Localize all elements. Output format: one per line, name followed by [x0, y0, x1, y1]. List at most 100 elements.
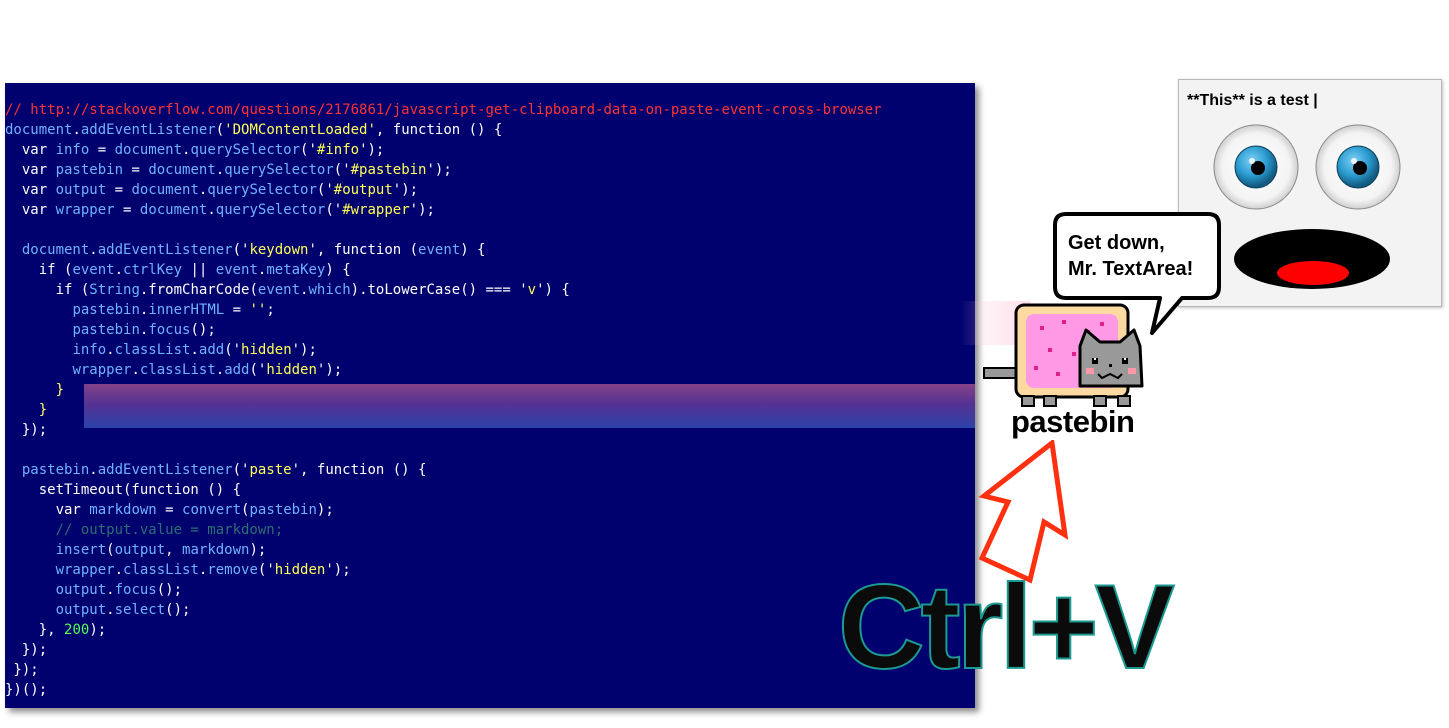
code-line: // http://stackoverflow.com/questions/21… [5, 100, 882, 120]
code-token: metaKey [266, 262, 326, 278]
code-token: String [89, 282, 140, 298]
code-token: // [5, 102, 31, 118]
code-token: keydown [249, 242, 309, 258]
code-token: }); [5, 422, 48, 438]
code-token: ); [89, 622, 107, 638]
code-token: '); [291, 342, 317, 358]
code-token: '); [316, 362, 343, 378]
code-token: var [5, 142, 56, 158]
code-line: var wrapper = document.querySelector('#w… [5, 200, 882, 220]
code-token: (' [333, 162, 351, 178]
code-token: classList [123, 562, 199, 578]
code-token: classList [139, 362, 216, 378]
code-token: '); [426, 162, 452, 178]
code-token: }, [5, 622, 65, 638]
code-line: var output = document.querySelector('#ou… [5, 180, 882, 200]
pastebin-label: pastebin [1011, 404, 1135, 439]
code-token: (' [232, 462, 250, 478]
code-line: } [5, 380, 882, 400]
code-token: focus [114, 582, 157, 598]
code-token: wrapper [55, 202, 115, 218]
code-token: pastebin [249, 502, 317, 518]
code-token: (' [316, 182, 334, 198]
code-line: document.addEventListener('DOMContentLoa… [5, 120, 882, 140]
code-token: addEventListener [97, 242, 233, 258]
code-token: addEventListener [80, 122, 216, 138]
code-line: var info = document.querySelector('#info… [5, 140, 882, 160]
code-token: (); [156, 582, 183, 598]
code-line: var pastebin = document.querySelector('#… [5, 160, 882, 180]
code-token: (' [325, 202, 343, 218]
code-token: if ( [5, 282, 90, 298]
code-token: pastebin [55, 162, 124, 178]
code-token: // output.value = markdown; [5, 522, 284, 538]
code-token: , [165, 542, 183, 558]
code-token: ); [249, 542, 267, 558]
code-line: wrapper.classList.add('hidden'); [5, 360, 882, 380]
code-token: '); [392, 182, 419, 198]
code-line: pastebin.addEventListener('paste', funct… [5, 460, 882, 480]
code-token: ( [215, 122, 225, 138]
code-token: } [5, 402, 48, 418]
code-token: querySelector [190, 142, 301, 158]
code-token: hidden [241, 342, 292, 358]
code-line: }); [5, 660, 882, 680]
code-token: ' [367, 122, 376, 138]
code-token: remove [207, 562, 258, 578]
code-token: ( [106, 542, 115, 558]
code-token: ctrlKey [123, 262, 183, 278]
code-token: . [106, 582, 115, 598]
code-token: . [215, 362, 225, 378]
code-line: info.classList.add('hidden'); [5, 340, 882, 360]
code-token: markdown [89, 502, 157, 518]
code-token: event [215, 262, 258, 278]
code-line: setTimeout(function () { [5, 480, 882, 500]
code-line: })(); [5, 680, 882, 700]
code-token: var [5, 202, 56, 218]
code-token: event [72, 262, 115, 278]
shortcut-label: Ctrl+V [837, 560, 1176, 694]
code-token: document [139, 202, 208, 218]
code-token: add [224, 362, 250, 378]
code-token: document [21, 242, 90, 258]
code-token: ', function ( [308, 242, 419, 258]
code-token: , function () { [375, 122, 503, 138]
code-token: . [215, 162, 225, 178]
code-token: '); [325, 562, 351, 578]
code-token: if ( [5, 262, 73, 278]
code-line: document.addEventListener('keydown', fun… [5, 240, 882, 260]
code-token: ).toLowerCase() === ' [350, 282, 528, 298]
code-token: output [55, 582, 107, 598]
code-token: setTimeout(function () { [5, 482, 242, 498]
speech-bubble-text: Get down, Mr. TextArea! [1068, 232, 1194, 280]
code-token: http://stackoverflow.com/questions/21768… [30, 102, 882, 118]
code-token: convert [182, 502, 242, 518]
code-token: document [5, 122, 73, 138]
code-token: = [224, 302, 250, 318]
code-token: hidden [266, 362, 317, 378]
code-token: var [5, 502, 90, 518]
code-token: ) { [325, 262, 351, 278]
code-token: document [131, 182, 199, 198]
code-token: document [114, 142, 183, 158]
code-token: . [207, 202, 216, 218]
code-token: (); [165, 602, 191, 618]
code-token: '); [359, 142, 385, 158]
code-token: })(); [5, 682, 48, 698]
code-token: }); [5, 662, 39, 678]
code-token: . [106, 602, 115, 618]
code-token: = [106, 182, 132, 198]
code-token: DOMContentLoaded [232, 122, 368, 138]
code-token: querySelector [224, 162, 334, 178]
code-line: // output.value = markdown; [5, 520, 882, 540]
code-token: document [148, 162, 216, 178]
code-token: var [5, 182, 56, 198]
code-line: }); [5, 420, 882, 440]
code-line: }, 200); [5, 620, 882, 640]
